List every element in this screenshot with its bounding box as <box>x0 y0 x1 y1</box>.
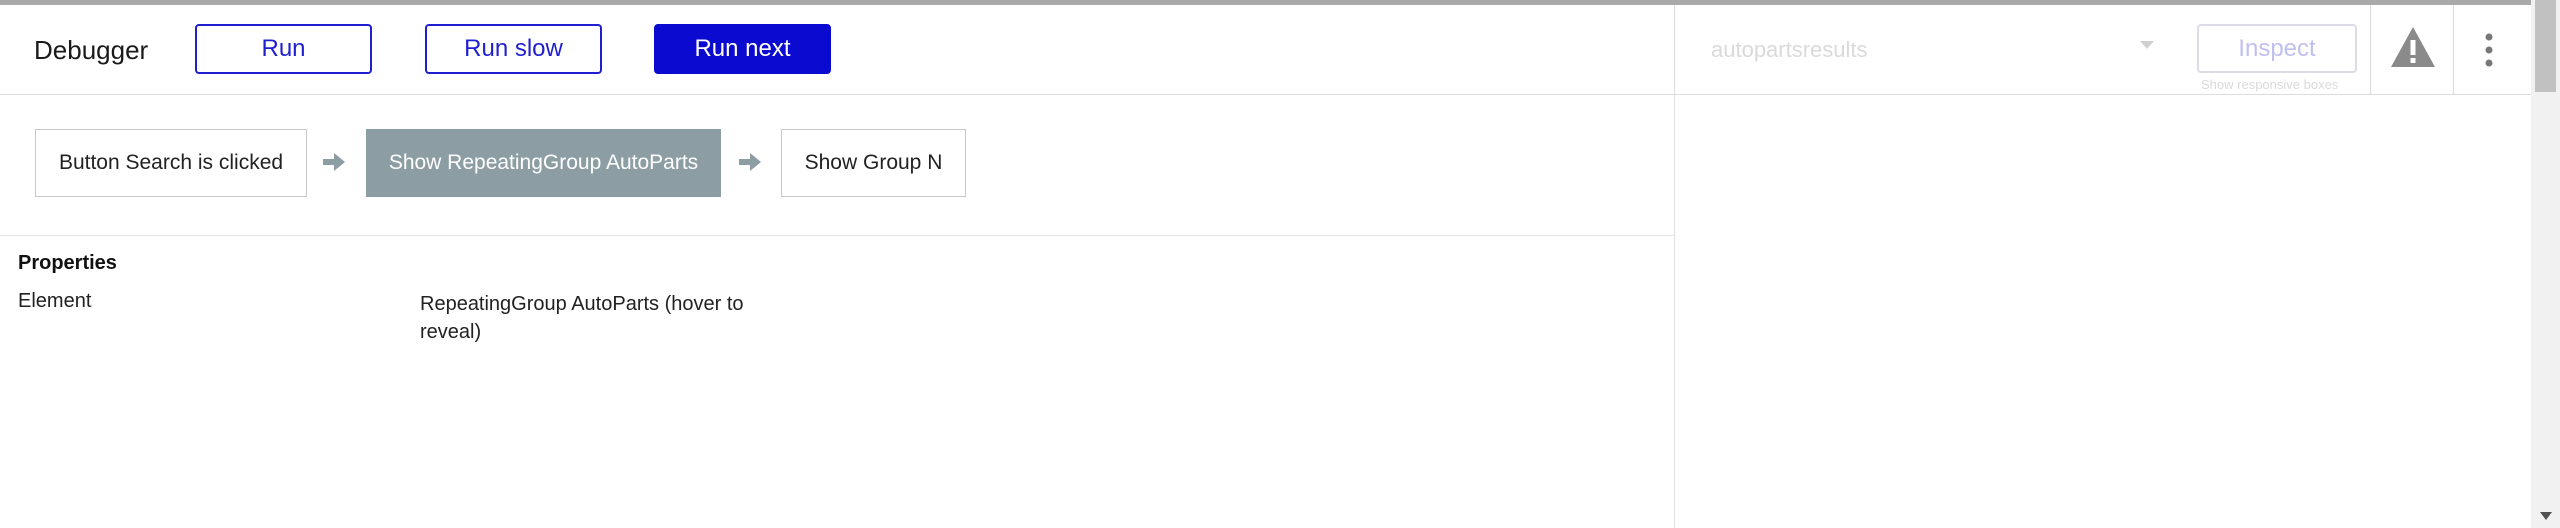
arrow-right-icon <box>739 153 761 171</box>
panel-divider <box>1674 95 1675 528</box>
property-key: Element <box>18 290 92 312</box>
chevron-down-icon[interactable] <box>2140 41 2154 49</box>
workflow-step[interactable]: Button Search is clicked <box>35 129 307 197</box>
debugger-title: Debugger <box>34 35 149 65</box>
inspect-button[interactable]: Inspect <box>2197 24 2357 73</box>
properties-heading: Properties <box>18 252 117 274</box>
run-next-button[interactable]: Run next <box>654 24 831 74</box>
vertical-scrollbar[interactable] <box>2531 0 2560 528</box>
run-slow-button[interactable]: Run slow <box>425 24 602 74</box>
arrow-right-icon <box>323 153 345 171</box>
vertical-dots-icon[interactable] <box>2483 33 2495 67</box>
scroll-down-arrow-icon[interactable] <box>2540 512 2552 520</box>
scrollbar-thumb[interactable] <box>2535 0 2556 92</box>
workflow-steps: Button Search is clicked Show RepeatingG… <box>0 95 1674 236</box>
divider <box>2370 5 2371 94</box>
workflow-step-active[interactable]: Show RepeatingGroup AutoParts <box>366 129 721 197</box>
workflow-step[interactable]: Show Group N <box>781 129 966 197</box>
divider <box>2453 5 2454 94</box>
run-button[interactable]: Run <box>195 24 372 74</box>
property-value[interactable]: RepeatingGroup AutoParts (hover to revea… <box>420 290 760 346</box>
inspector-controls: autopartsresults Inspect Show responsive… <box>1674 5 2532 94</box>
element-dropdown[interactable]: autopartsresults <box>1711 37 1868 63</box>
show-responsive-boxes-label[interactable]: Show responsive boxes <box>2201 77 2338 92</box>
debugger-toolbar: Debugger Run Run slow Run next autoparts… <box>0 5 2531 95</box>
warning-triangle-icon[interactable] <box>2389 25 2437 69</box>
